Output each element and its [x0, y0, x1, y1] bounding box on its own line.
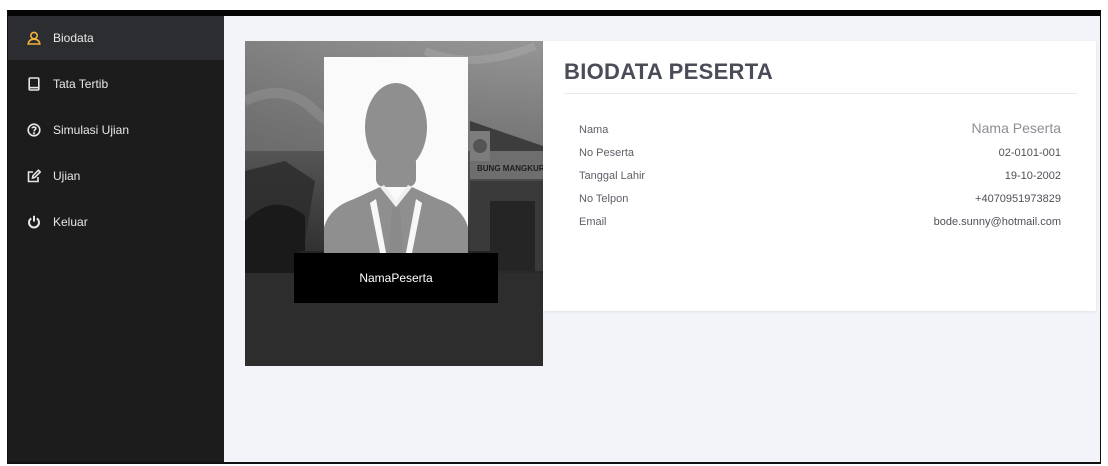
sidebar-item-biodata[interactable]: Biodata	[8, 16, 224, 60]
sidebar-item-label: Keluar	[53, 215, 88, 229]
field-label: No Telpon	[579, 193, 629, 205]
field-row-tanggal-lahir: Tanggal Lahir 19-10-2002	[579, 170, 1061, 182]
field-value: Nama Peserta	[971, 120, 1061, 136]
gate-sign-text: BUNG MANGKUR	[477, 164, 543, 173]
card-footer	[245, 303, 543, 366]
field-label: Email	[579, 216, 607, 228]
user-icon	[27, 31, 41, 45]
biodata-card: BIODATA PESERTA Nama Nama Peserta No Pes…	[543, 41, 1096, 311]
field-row-email: Email bode.sunny@hotmail.com	[579, 216, 1061, 228]
avatar	[324, 57, 468, 253]
field-label: No Peserta	[579, 147, 635, 159]
field-value: 19-10-2002	[1004, 170, 1061, 182]
field-row-no-peserta: No Peserta 02-0101-001	[579, 147, 1061, 159]
field-row-no-telpon: No Telpon +4070951973829	[579, 193, 1061, 205]
field-label: Nama	[579, 124, 609, 136]
sidebar-item-simulasi-ujian[interactable]: Simulasi Ujian	[8, 108, 224, 152]
sidebar-item-label: Simulasi Ujian	[53, 123, 130, 137]
field-row-nama: Nama Nama Peserta	[579, 120, 1061, 136]
field-value: bode.sunny@hotmail.com	[933, 216, 1061, 228]
sidebar-item-keluar[interactable]: Keluar	[8, 200, 224, 244]
field-label: Tanggal Lahir	[579, 170, 646, 182]
app-frame: Biodata Tata Tertib Simulasi Ujian Ujian…	[7, 10, 1101, 464]
sidebar: Biodata Tata Tertib Simulasi Ujian Ujian…	[8, 16, 224, 462]
sidebar-item-ujian[interactable]: Ujian	[8, 154, 224, 198]
title-divider	[564, 93, 1077, 94]
edit-icon	[27, 169, 41, 183]
profile-photo-card: BUNG MANGKUR NamaPeserta	[245, 41, 543, 366]
sidebar-item-label: Ujian	[53, 169, 81, 183]
power-icon	[27, 215, 41, 229]
field-value: +4070951973829	[975, 193, 1061, 205]
sidebar-item-label: Tata Tertib	[53, 77, 109, 91]
profile-name: NamaPeserta	[294, 253, 498, 303]
field-value: 02-0101-001	[998, 147, 1061, 159]
tablet-icon	[27, 77, 41, 91]
sidebar-item-label: Biodata	[53, 31, 94, 45]
user-silhouette-icon	[324, 83, 468, 253]
question-circle-icon	[27, 123, 41, 137]
sidebar-item-tata-tertib[interactable]: Tata Tertib	[8, 62, 224, 106]
page-title: BIODATA PESERTA	[564, 59, 774, 84]
